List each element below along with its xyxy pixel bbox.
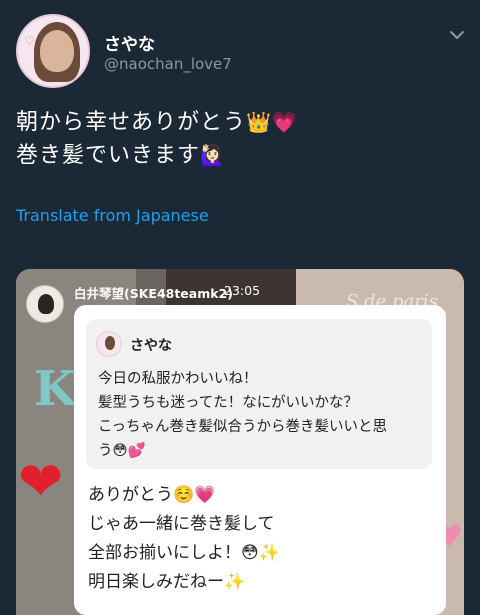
poster-time: 23:05 bbox=[224, 283, 261, 298]
quoted-line: 髪型うちも迷ってた！なにがいいかな？ bbox=[98, 395, 358, 411]
red-heart-icon: ❤ bbox=[18, 450, 64, 513]
chevron-down-icon[interactable] bbox=[448, 26, 466, 44]
reply-text: ありがとう☺️💗 じゃあ一緒に巻き髪して 全部お揃いにしよ！😳✨ 明日楽しみだね… bbox=[88, 481, 438, 597]
reply-line: ありがとう☺️💗 bbox=[88, 485, 216, 505]
quoted-line: う😳💕 bbox=[98, 443, 146, 459]
message-card: さやな 今日の私服かわいいね！ 髪型うちも迷ってた！なにがいいかな？ こっちゃん… bbox=[74, 305, 446, 615]
attached-image[interactable]: S de paris K ❤ ♥ 白井琴望(SKE48teamk2) 23:05… bbox=[16, 269, 464, 615]
reply-line: じゃあ一緒に巻き髪して bbox=[88, 514, 275, 534]
display-name[interactable]: さやな bbox=[104, 30, 155, 55]
tweet: ♡ さやな @naochan_love7 朝から幸せありがとう👑💗 巻き髪でいき… bbox=[0, 0, 480, 615]
poster-avatar bbox=[26, 285, 64, 323]
quoted-text: 今日の私服かわいいね！ 髪型うちも迷ってた！なにがいいかな？ こっちゃん巻き髪似… bbox=[98, 367, 424, 463]
poster-name: 白井琴望(SKE48teamk2) bbox=[74, 286, 233, 301]
quoted-line: こっちゃん巻き髪似合うから巻き髪いいと思 bbox=[98, 419, 387, 435]
quoted-line: 今日の私服かわいいね！ bbox=[98, 371, 258, 387]
reply-line: 明日楽しみだねー✨ bbox=[88, 572, 246, 592]
user-handle[interactable]: @naochan_love7 bbox=[104, 55, 232, 73]
quoted-message: さやな 今日の私服かわいいね！ 髪型うちも迷ってた！なにがいいかな？ こっちゃん… bbox=[86, 319, 432, 469]
quoted-name: さやな bbox=[130, 338, 172, 354]
tweet-line-2: 巻き髪でいきます🙋🏻‍♀️ bbox=[16, 139, 298, 172]
avatar-heart-icon: ♡ bbox=[24, 34, 35, 48]
crown-heart-emoji: 👑💗 bbox=[246, 110, 298, 134]
quoted-avatar bbox=[96, 331, 122, 357]
tweet-text: 朝から幸せありがとう👑💗 巻き髪でいきます🙋🏻‍♀️ bbox=[16, 106, 298, 172]
avatar[interactable]: ♡ bbox=[16, 14, 90, 88]
wall-letter: K bbox=[34, 361, 76, 417]
translate-link[interactable]: Translate from Japanese bbox=[16, 206, 209, 225]
reply-line: 全部お揃いにしよ！😳✨ bbox=[88, 543, 280, 563]
raising-hand-emoji: 🙋🏻‍♀️ bbox=[200, 143, 226, 167]
tweet-line-1-text: 朝から幸せありがとう bbox=[16, 110, 247, 135]
tweet-line-1: 朝から幸せありがとう👑💗 bbox=[16, 106, 298, 139]
avatar-face bbox=[40, 30, 74, 72]
tweet-line-2-text: 巻き髪でいきます bbox=[16, 143, 201, 168]
